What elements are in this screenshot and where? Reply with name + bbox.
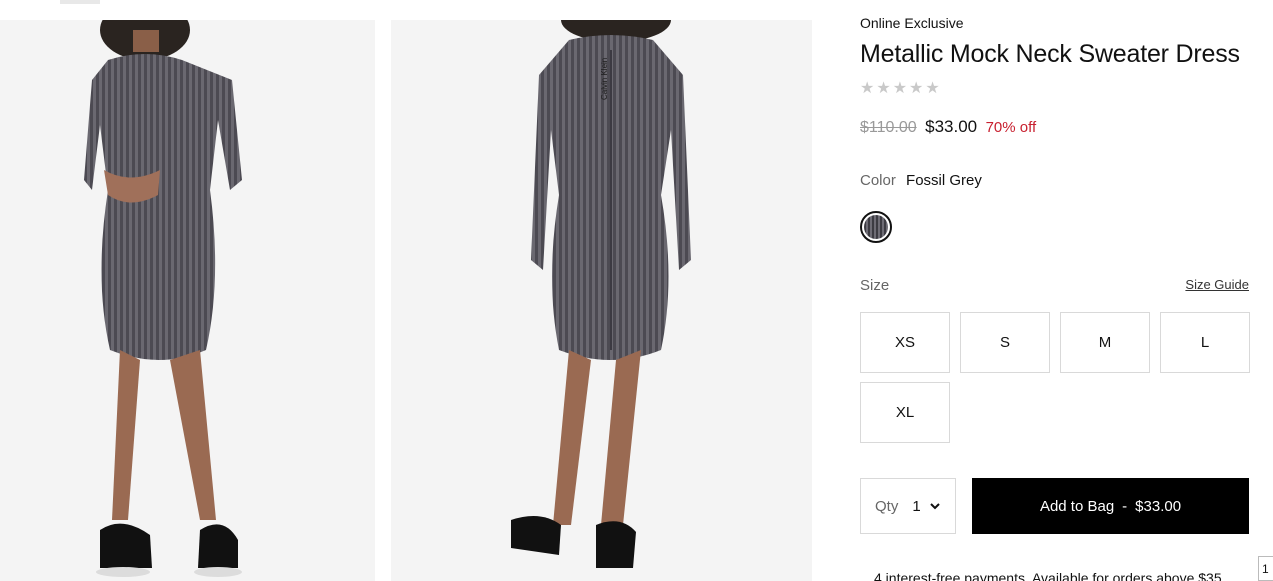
product-image-front[interactable] — [0, 20, 375, 581]
add-to-bag-separator: - — [1122, 497, 1128, 515]
size-guide-link[interactable]: Size Guide — [1185, 277, 1249, 292]
size-option-s[interactable]: S — [960, 312, 1050, 373]
current-price: $33.00 — [925, 117, 978, 136]
price-row: $110.00 $33.00 70% off — [860, 117, 1036, 137]
gallery-top-divider — [60, 0, 100, 4]
installment-payments-text: 4 interest-free payments. Available for … — [874, 570, 1222, 581]
model-front-illustration — [0, 20, 375, 581]
color-swatch-fossil-grey[interactable] — [860, 211, 892, 243]
color-value: Fossil Grey — [906, 172, 982, 189]
corner-tab[interactable]: 1 — [1258, 556, 1273, 581]
qty-label: Qty — [875, 497, 899, 515]
quantity-select[interactable]: Qty 1 — [860, 478, 956, 534]
product-image-back[interactable]: Calvin Klein — [391, 20, 812, 581]
size-option-l[interactable]: L — [1160, 312, 1250, 373]
product-title: Metallic Mock Neck Sweater Dress — [860, 40, 1240, 68]
swatch-fill — [864, 215, 888, 239]
discount-badge: 70% off — [985, 119, 1037, 136]
size-option-xl[interactable]: XL — [860, 382, 950, 443]
model-back-illustration: Calvin Klein — [391, 20, 812, 581]
chevron-down-icon — [929, 503, 940, 510]
color-label: Color — [860, 172, 896, 189]
back-print-text: Calvin Klein — [600, 58, 609, 100]
size-option-xs[interactable]: XS — [860, 312, 950, 373]
online-exclusive-label: Online Exclusive — [860, 15, 964, 31]
original-price: $110.00 — [860, 119, 917, 136]
rating-stars[interactable]: ★★★★★ — [860, 78, 942, 98]
add-to-bag-label: Add to Bag — [1039, 497, 1115, 515]
add-to-bag-price: $33.00 — [1135, 497, 1182, 515]
product-gallery: Calvin Klein — [0, 20, 812, 581]
color-row: Color Fossil Grey — [860, 172, 982, 189]
add-to-bag-button[interactable]: Add to Bag - $33.00 — [972, 478, 1249, 534]
size-option-m[interactable]: M — [1060, 312, 1150, 373]
qty-value: 1 — [912, 497, 921, 515]
size-label: Size — [860, 277, 890, 294]
